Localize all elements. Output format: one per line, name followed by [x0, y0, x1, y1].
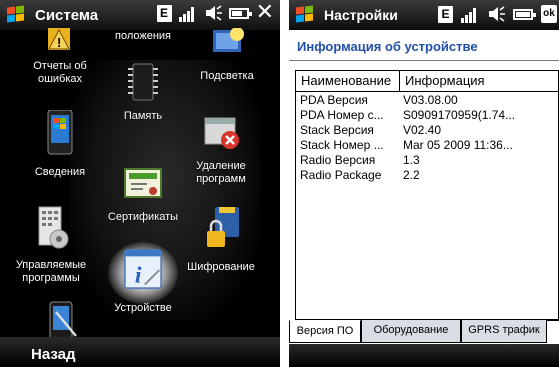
- tile-label: Отчеты об ошибках: [33, 60, 87, 85]
- tab-hardware[interactable]: Оборудование: [361, 320, 461, 343]
- column-header-info[interactable]: Информация: [400, 71, 558, 91]
- status-area: E ok: [438, 5, 557, 23]
- tile-label: Сертификаты: [107, 211, 179, 223]
- screenshot-root: Система E ✕ ! Отчеты об ошибках положени…: [0, 0, 559, 367]
- page-title: Информация об устройстве: [297, 39, 478, 54]
- tab-strip: Версия ПО Оборудование GPRS трафик: [289, 320, 559, 344]
- cell-name: PDA Номер с...: [300, 108, 384, 122]
- edge-connection-icon: E: [438, 5, 453, 23]
- title-bar: Система E ✕: [0, 0, 280, 30]
- battery-icon: [513, 8, 536, 20]
- back-softkey[interactable]: Назад: [31, 346, 75, 363]
- svg-text:!: !: [57, 35, 61, 50]
- memory-chip-icon: [128, 63, 158, 101]
- tile-managed-programs[interactable]: Управляемые программы: [6, 205, 96, 285]
- tile-encryption[interactable]: Шифрование: [176, 205, 266, 274]
- cell-value: V02.40: [403, 123, 442, 137]
- tile-certificates[interactable]: Сертификаты: [98, 163, 188, 224]
- cell-value: V03.08.00: [403, 93, 458, 107]
- title-bar: Настройки E ok: [289, 0, 559, 30]
- cell-value: 1.3: [403, 153, 420, 167]
- tile-memory[interactable]: Память: [98, 62, 188, 123]
- tile-label: Удаление программ: [196, 160, 246, 185]
- window-title: Система: [35, 6, 99, 24]
- speaker-icon[interactable]: [204, 4, 222, 22]
- windows-info-icon: [47, 109, 73, 155]
- cell-name: Stack Номер ...: [300, 138, 384, 152]
- cell-value: Mar 05 2009 11:36...: [403, 138, 513, 152]
- device-info-screen: Настройки E ok Информация об устройстве …: [289, 0, 559, 367]
- tab-gprs-traffic[interactable]: GPRS трафик: [461, 320, 547, 343]
- table-row[interactable]: Stack Версия V02.40: [296, 123, 558, 137]
- cell-value: 2.2: [403, 168, 420, 182]
- tile-remove-programs[interactable]: Удаление программ: [176, 112, 266, 186]
- cell-name: Radio Package: [300, 168, 382, 182]
- system-screen: Система E ✕ ! Отчеты об ошибках положени…: [0, 0, 280, 367]
- edge-connection-icon: E: [156, 4, 172, 22]
- tab-software-version[interactable]: Версия ПО: [289, 320, 361, 343]
- device-info-icon: i: [123, 249, 163, 290]
- table-row[interactable]: PDA Версия V03.08.00: [296, 93, 558, 107]
- tile-device-info[interactable]: i Устройстве: [98, 242, 188, 315]
- tile-backlight[interactable]: Подсветка: [182, 27, 272, 83]
- divider: [289, 60, 559, 61]
- column-header-name[interactable]: Наименование: [296, 71, 400, 91]
- tile-label: Подсветка: [200, 70, 254, 82]
- tile-label: Шифрование: [187, 261, 255, 273]
- tile-label: Память: [123, 110, 163, 122]
- cell-name: PDA Версия: [300, 93, 368, 107]
- ok-button[interactable]: ok: [541, 5, 557, 23]
- windows-start-icon[interactable]: [7, 5, 27, 24]
- windows-start-icon[interactable]: [296, 5, 316, 24]
- close-icon[interactable]: ✕: [256, 2, 274, 24]
- cell-value: S0909170959(1.74...: [403, 108, 516, 122]
- battery-icon: [228, 7, 252, 19]
- backlight-bulb-icon: [213, 27, 244, 52]
- warning-icon: !: [48, 28, 70, 50]
- table-row[interactable]: Radio Версия 1.3: [296, 153, 558, 167]
- cell-name: Radio Версия: [300, 153, 376, 167]
- tile-error-reports[interactable]: ! Отчеты об ошибках: [15, 28, 105, 86]
- encryption-card-icon: [207, 207, 239, 247]
- svg-text:i: i: [135, 263, 142, 289]
- device-info-table[interactable]: Наименование Информация PDA Версия V03.0…: [295, 70, 559, 320]
- tile-label: Устройстве: [114, 302, 172, 314]
- cell-name: Stack Версия: [300, 123, 374, 137]
- status-area: E ✕: [156, 2, 274, 24]
- window-title: Настройки: [324, 7, 398, 23]
- table-row[interactable]: Stack Номер ... Mar 05 2009 11:36...: [296, 138, 558, 152]
- tile-label: Управляемые программы: [15, 259, 87, 284]
- tile-label: Сведения: [34, 166, 86, 178]
- table-row[interactable]: Radio Package 2.2: [296, 168, 558, 182]
- tile-settings-partial[interactable]: положения: [98, 30, 188, 44]
- remove-programs-icon: [204, 117, 239, 149]
- managed-programs-icon: [38, 206, 69, 249]
- signal-strength-icon: [178, 4, 197, 22]
- signal-strength-icon: [461, 5, 479, 23]
- table-header: Наименование Информация: [296, 71, 558, 92]
- tile-about[interactable]: Сведения: [15, 109, 105, 179]
- soft-key-bar: [289, 344, 559, 367]
- soft-key-bar: Назад: [0, 337, 280, 367]
- table-row[interactable]: PDA Номер с... S0909170959(1.74...: [296, 108, 558, 122]
- speaker-icon[interactable]: [487, 5, 505, 23]
- tile-label: положения: [114, 30, 172, 42]
- certificate-icon: [124, 168, 162, 198]
